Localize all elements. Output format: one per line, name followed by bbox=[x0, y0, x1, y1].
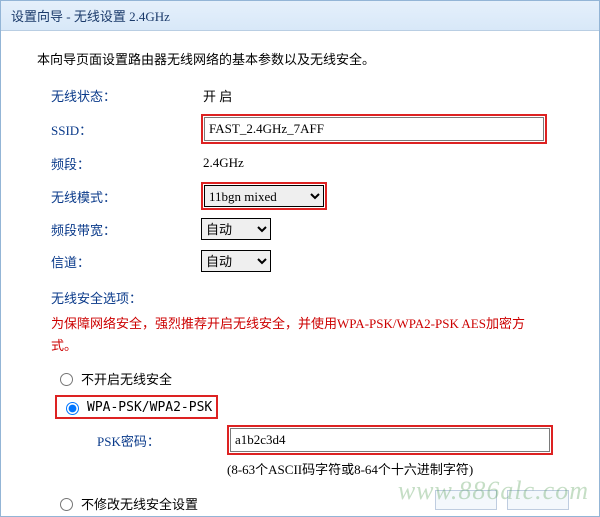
psk-highlight bbox=[227, 425, 553, 455]
mode-label: 无线模式： bbox=[51, 187, 201, 206]
mode-select[interactable]: 11bgn mixed bbox=[204, 185, 324, 207]
page-title: 设置向导 - 无线设置 2.4GHz bbox=[11, 9, 170, 24]
mode-highlight: 11bgn mixed bbox=[201, 182, 327, 210]
ssid-highlight bbox=[201, 114, 547, 144]
psk-input[interactable] bbox=[230, 428, 550, 452]
channel-label: 信道： bbox=[51, 252, 201, 271]
radio-none-label: 不开启无线安全 bbox=[81, 369, 172, 388]
ssid-label: SSID： bbox=[51, 120, 201, 139]
prev-button[interactable] bbox=[435, 490, 497, 510]
bandwidth-select[interactable]: 自动 bbox=[201, 218, 271, 240]
bandwidth-label: 频段带宽： bbox=[51, 220, 201, 239]
next-button[interactable] bbox=[507, 490, 569, 510]
security-section-title: 无线安全选项： bbox=[51, 288, 569, 307]
intro-text: 本向导页面设置路由器无线网络的基本参数以及无线安全。 bbox=[37, 49, 569, 68]
band-value: 2.4GHz bbox=[201, 155, 244, 171]
status-value: 开 启 bbox=[201, 86, 232, 105]
radio-keep[interactable] bbox=[60, 498, 73, 511]
radio-wpa-highlight: WPA-PSK/WPA2-PSK bbox=[55, 395, 218, 419]
radio-keep-label: 不修改无线安全设置 bbox=[81, 494, 198, 513]
radio-wpa[interactable] bbox=[66, 402, 79, 415]
channel-select[interactable]: 自动 bbox=[201, 250, 271, 272]
title-bar: 设置向导 - 无线设置 2.4GHz bbox=[1, 1, 599, 31]
ssid-input[interactable] bbox=[204, 117, 544, 141]
status-label: 无线状态： bbox=[51, 86, 201, 105]
psk-label: PSK密码： bbox=[97, 431, 227, 450]
security-warning: 为保障网络安全，强烈推荐开启无线安全，并使用WPA-PSK/WPA2-PSK A… bbox=[51, 313, 549, 357]
band-label: 频段： bbox=[51, 154, 201, 173]
radio-wpa-label: WPA-PSK/WPA2-PSK bbox=[87, 400, 212, 415]
psk-hint: (8-63个ASCII码字符或8-64个十六进制字符) bbox=[227, 459, 569, 478]
radio-none[interactable] bbox=[60, 373, 73, 386]
